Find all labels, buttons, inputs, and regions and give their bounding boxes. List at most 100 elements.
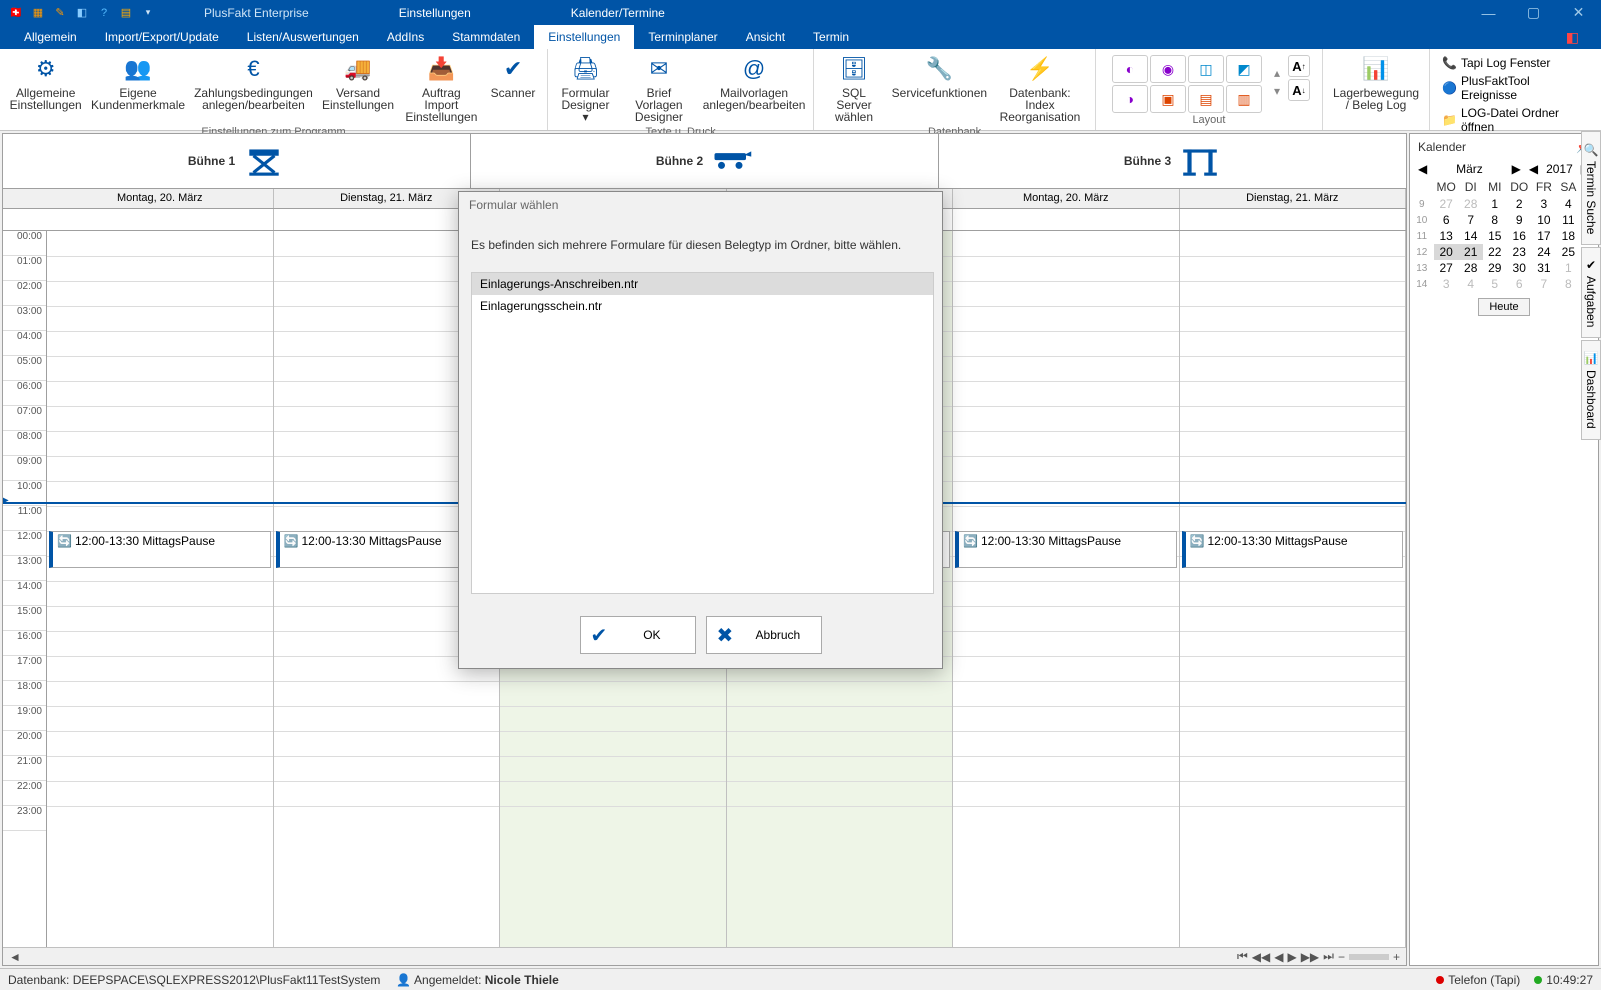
lagerbewegung-button[interactable]: 📊 Lagerbewegung / Beleg Log: [1329, 51, 1423, 115]
nav-next[interactable]: ▶: [1287, 950, 1296, 964]
gallery-up[interactable]: ▴: [1274, 66, 1280, 80]
calendar-day[interactable]: 6: [1434, 212, 1459, 228]
layout-opt-7[interactable]: ▤: [1188, 85, 1224, 113]
formular-designer-button[interactable]: 🖨FormularDesigner ▾: [554, 51, 617, 125]
alert-icon[interactable]: ◧: [1552, 24, 1593, 51]
nav-prev-page[interactable]: ◀◀: [1252, 950, 1270, 964]
nav-first[interactable]: ⏮: [1237, 949, 1248, 964]
calendar-day[interactable]: 7: [1459, 212, 1483, 228]
close-button[interactable]: ✕: [1556, 0, 1601, 25]
calendar-day[interactable]: 3: [1532, 196, 1556, 212]
qat-help-icon[interactable]: ?: [96, 5, 112, 21]
day-header[interactable]: Montag, 20. März: [47, 189, 274, 208]
calendar-day[interactable]: 18: [1556, 228, 1581, 244]
cancel-button[interactable]: ✖ Abbruch: [706, 616, 822, 654]
log-item[interactable]: 📞Tapi Log Fenster: [1440, 55, 1591, 71]
month-prev[interactable]: ◀: [1416, 162, 1429, 176]
calendar-day[interactable]: 15: [1483, 228, 1507, 244]
calendar-day[interactable]: 29: [1483, 260, 1507, 276]
year-label[interactable]: 2017: [1544, 162, 1575, 176]
tab-addins[interactable]: AddIns: [373, 25, 438, 49]
calendar-day[interactable]: 25: [1556, 244, 1581, 260]
layout-opt-4[interactable]: ◩: [1226, 55, 1262, 83]
calendar-day[interactable]: 3: [1434, 276, 1459, 292]
tab-import-export[interactable]: Import/Export/Update: [91, 25, 233, 49]
calendar-day[interactable]: 1: [1556, 260, 1581, 276]
tab-termin[interactable]: Termin: [799, 25, 863, 49]
allg-einst-button[interactable]: ⚙AllgemeineEinstellungen: [6, 51, 85, 125]
nav-next-page[interactable]: ▶▶: [1301, 950, 1319, 964]
calendar-day[interactable]: 10: [1532, 212, 1556, 228]
tab-stammdaten[interactable]: Stammdaten: [438, 25, 534, 49]
calendar-day[interactable]: 7: [1532, 276, 1556, 292]
nav-last[interactable]: ⏭: [1323, 949, 1334, 964]
qat-icon-2[interactable]: ✎: [52, 5, 68, 21]
calendar-day[interactable]: 28: [1459, 196, 1483, 212]
auftrag-import-button[interactable]: 📥Auftrag ImportEinstellungen: [400, 51, 483, 125]
calendar-day[interactable]: 27: [1434, 196, 1459, 212]
layout-gallery[interactable]: ◐ ◉ ◫ ◩ ◑ ▣ ▤ ▥: [1102, 51, 1272, 113]
calendar-day[interactable]: 20: [1434, 244, 1459, 260]
tab-listen[interactable]: Listen/Auswertungen: [233, 25, 373, 49]
nav-prev[interactable]: ◀: [1274, 950, 1283, 964]
calendar-day[interactable]: 28: [1459, 260, 1483, 276]
calendar-day[interactable]: 17: [1532, 228, 1556, 244]
calendar-day[interactable]: 4: [1556, 196, 1581, 212]
day-header[interactable]: Dienstag, 21. März: [1180, 189, 1407, 208]
calendar-day[interactable]: 1: [1483, 196, 1507, 212]
brief-vorlagen-button[interactable]: ✉Brief VorlagenDesigner: [619, 51, 699, 125]
calendar-day[interactable]: 16: [1507, 228, 1532, 244]
sql-server-button[interactable]: 🗄SQL Serverwählen: [820, 51, 888, 125]
layout-opt-8[interactable]: ▥: [1226, 85, 1262, 113]
side-tab-dashboard[interactable]: 📊Dashboard: [1581, 340, 1601, 439]
layout-opt-3[interactable]: ◫: [1188, 55, 1224, 83]
calendar-day[interactable]: 2: [1507, 196, 1532, 212]
maximize-button[interactable]: ▢: [1511, 0, 1556, 25]
qat-icon-1[interactable]: ▦: [30, 5, 46, 21]
minimize-button[interactable]: —: [1466, 0, 1511, 25]
layout-opt-1[interactable]: ◐: [1112, 55, 1148, 83]
qat-icon-3[interactable]: ◧: [74, 5, 90, 21]
side-tab-aufgaben[interactable]: ✔Aufgaben: [1581, 247, 1601, 338]
ok-button[interactable]: ✔ OK: [580, 616, 696, 654]
layout-opt-6[interactable]: ▣: [1150, 85, 1186, 113]
calendar-day[interactable]: 22: [1483, 244, 1507, 260]
font-decrease[interactable]: A↓: [1288, 79, 1310, 101]
calendar-day[interactable]: 31: [1532, 260, 1556, 276]
layout-opt-5[interactable]: ◑: [1112, 85, 1148, 113]
gallery-down[interactable]: ▾: [1274, 84, 1280, 98]
year-prev[interactable]: ◀: [1527, 162, 1540, 176]
font-increase[interactable]: A↑: [1288, 55, 1310, 77]
calendar-day[interactable]: 5: [1483, 276, 1507, 292]
zoom-slider[interactable]: [1349, 954, 1389, 960]
month-label[interactable]: März: [1433, 162, 1505, 176]
calendar-day[interactable]: 27: [1434, 260, 1459, 276]
status-telefon[interactable]: Telefon (Tapi): [1436, 973, 1520, 987]
side-tab-terminsuche[interactable]: 🔍Termin Suche: [1581, 131, 1601, 245]
day-column[interactable]: 🔄12:00-13:30 MittagsPause: [47, 231, 274, 947]
ctx-tab-einstellungen[interactable]: Einstellungen: [369, 2, 501, 24]
day-header[interactable]: Montag, 20. März: [953, 189, 1180, 208]
calendar-day[interactable]: 6: [1507, 276, 1532, 292]
log-item[interactable]: 🔵PlusFaktTool Ereignisse: [1440, 73, 1591, 103]
mini-calendar[interactable]: MODIMIDOFRSASO 9272812345106789101112111…: [1410, 178, 1598, 292]
scheduler-navigator[interactable]: ◄ ⏮ ◀◀ ◀ ▶ ▶▶ ⏭ − +: [3, 947, 1406, 965]
db-reorg-button[interactable]: ⚡Datenbank: IndexReorganisation: [991, 51, 1089, 125]
tab-einstellungen[interactable]: Einstellungen: [534, 25, 634, 49]
zahlungsbedingungen-button[interactable]: €Zahlungsbedingungenanlegen/bearbeiten: [191, 51, 317, 125]
appointment[interactable]: 🔄12:00-13:30 MittagsPause: [955, 531, 1177, 568]
tab-terminplaner[interactable]: Terminplaner: [634, 25, 731, 49]
day-column[interactable]: 🔄12:00-13:30 MittagsPause: [953, 231, 1180, 947]
qat-icon-5[interactable]: ▤: [118, 5, 134, 21]
appointment[interactable]: 🔄12:00-13:30 MittagsPause: [49, 531, 271, 568]
calendar-day[interactable]: 8: [1556, 276, 1581, 292]
appointment[interactable]: 🔄12:00-13:30 MittagsPause: [1182, 531, 1404, 568]
kundenmerkmale-button[interactable]: 👥EigeneKundenmerkmale: [87, 51, 188, 125]
calendar-day[interactable]: 24: [1532, 244, 1556, 260]
today-button[interactable]: Heute: [1478, 298, 1529, 316]
month-next[interactable]: ▶: [1510, 162, 1523, 176]
calendar-day[interactable]: 21: [1459, 244, 1483, 260]
calendar-day[interactable]: 14: [1459, 228, 1483, 244]
calendar-day[interactable]: 4: [1459, 276, 1483, 292]
list-item[interactable]: Einlagerungs-Anschreiben.ntr: [472, 273, 933, 295]
